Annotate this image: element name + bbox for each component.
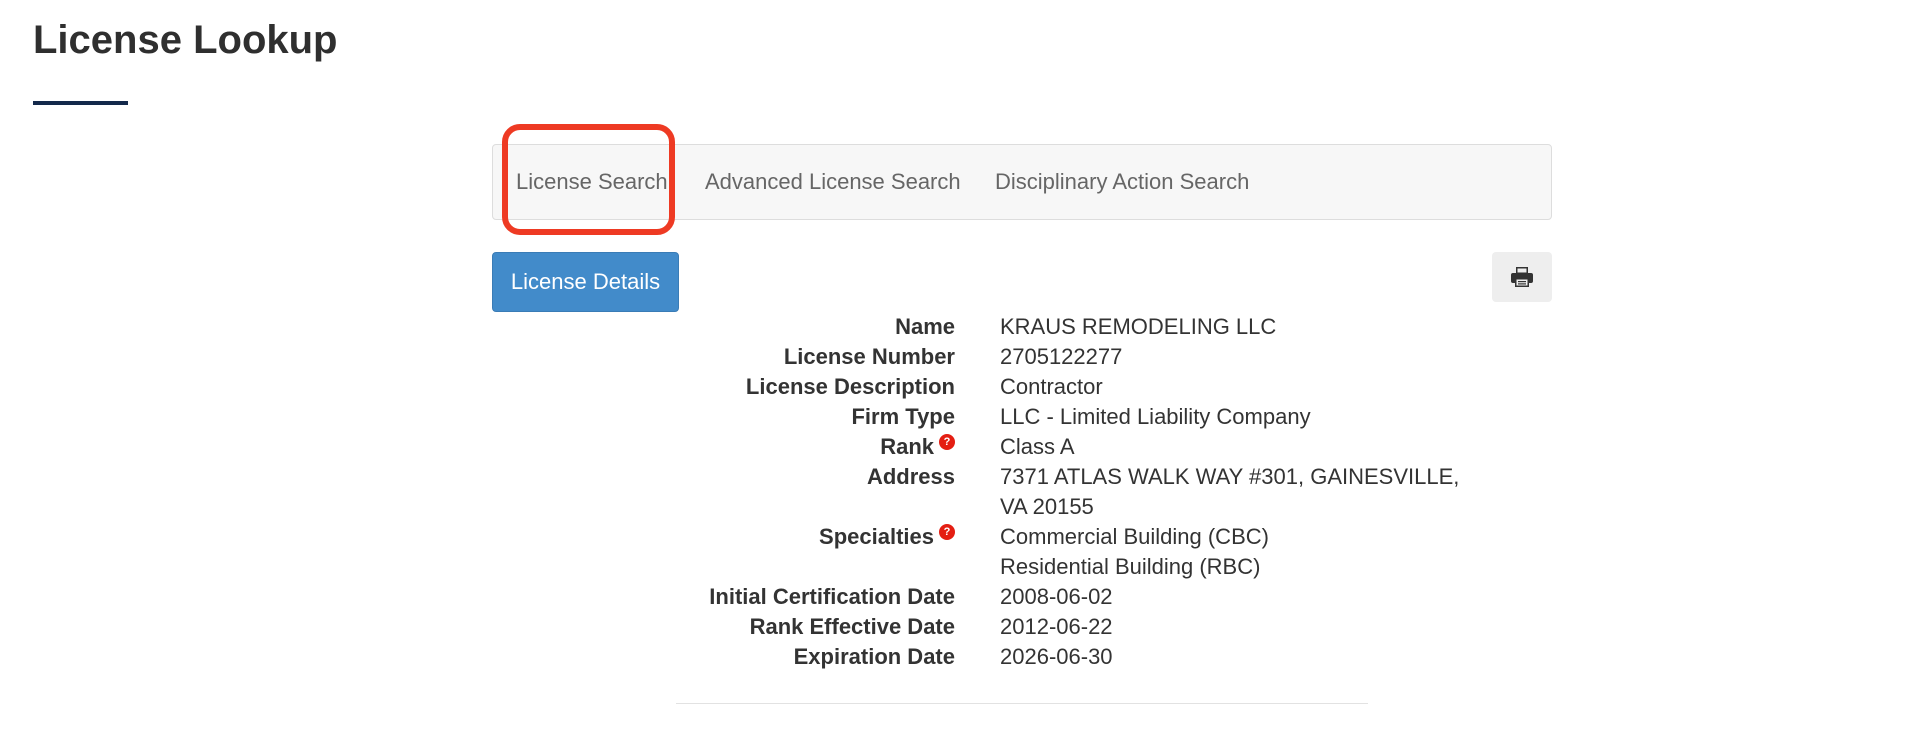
name-label: Name [895, 314, 955, 339]
firm-type-label: Firm Type [851, 404, 955, 429]
address-value: 7371 ATLAS WALK WAY #301, GAINESVILLE, V… [1000, 464, 1460, 519]
license-description-label: License Description [745, 374, 955, 399]
detail-row-initial-certification-date: Initial Certification Date 2008-06-02 [640, 582, 1540, 612]
detail-row-firm-type: Firm Type LLC - Limited Liability Compan… [640, 402, 1540, 432]
rank-effective-date-value: 2012-06-22 [1000, 614, 1113, 639]
expiration-date-label: Expiration Date [793, 644, 955, 669]
detail-row-name: Name KRAUS REMODELING LLC [640, 312, 1540, 342]
initial-certification-date-value: 2008-06-02 [1000, 584, 1113, 609]
specialties-label-cell: Specialties ? [640, 522, 1000, 582]
printer-icon [1511, 267, 1533, 287]
specialties-help-icon[interactable]: ? [939, 524, 955, 540]
rank-value: Class A [1000, 434, 1075, 459]
detail-row-rank-effective-date: Rank Effective Date 2012-06-22 [640, 612, 1540, 642]
detail-row-license-description: License Description Contractor [640, 372, 1540, 402]
rank-label: Rank [880, 434, 934, 459]
initial-certification-date-label: Initial Certification Date [709, 584, 955, 609]
license-number-value: 2705122277 [1000, 344, 1123, 369]
detail-row-rank: Rank ? Class A [640, 432, 1540, 462]
specialties-label: Specialties [819, 524, 934, 549]
section-divider [676, 703, 1368, 704]
license-description-value: Contractor [1000, 374, 1103, 399]
specialties-value: Commercial Building (CBC) Residential Bu… [1000, 522, 1480, 582]
tab-advanced-license-search[interactable]: Advanced License Search [705, 145, 961, 219]
search-tabs: License Search Advanced License Search D… [492, 144, 1552, 220]
detail-row-address: Address 7371 ATLAS WALK WAY #301, GAINES… [640, 462, 1540, 522]
name-value: KRAUS REMODELING LLC [1000, 314, 1277, 339]
firm-type-value: LLC - Limited Liability Company [1000, 404, 1311, 429]
license-details: Name KRAUS REMODELING LLC License Number… [640, 312, 1540, 672]
print-button[interactable] [1492, 252, 1552, 302]
tab-disciplinary-action-search[interactable]: Disciplinary Action Search [995, 145, 1249, 219]
title-underline [33, 101, 128, 105]
address-label: Address [866, 464, 955, 489]
specialty-item: Commercial Building (CBC) [1000, 524, 1269, 549]
detail-row-expiration-date: Expiration Date 2026-06-30 [640, 642, 1540, 672]
page-title: License Lookup [33, 18, 338, 62]
license-number-label: License Number [783, 344, 955, 369]
rank-effective-date-label: Rank Effective Date [749, 614, 955, 639]
license-details-button[interactable]: License Details [492, 252, 679, 312]
expiration-date-value: 2026-06-30 [1000, 644, 1113, 669]
detail-row-specialties: Specialties ? Commercial Building (CBC) … [640, 522, 1540, 582]
specialty-item: Residential Building (RBC) [1000, 554, 1261, 579]
tab-license-search[interactable]: License Search [516, 145, 668, 219]
rank-help-icon[interactable]: ? [939, 434, 955, 450]
detail-row-license-number: License Number 2705122277 [640, 342, 1540, 372]
rank-label-cell: Rank ? [640, 432, 1000, 462]
